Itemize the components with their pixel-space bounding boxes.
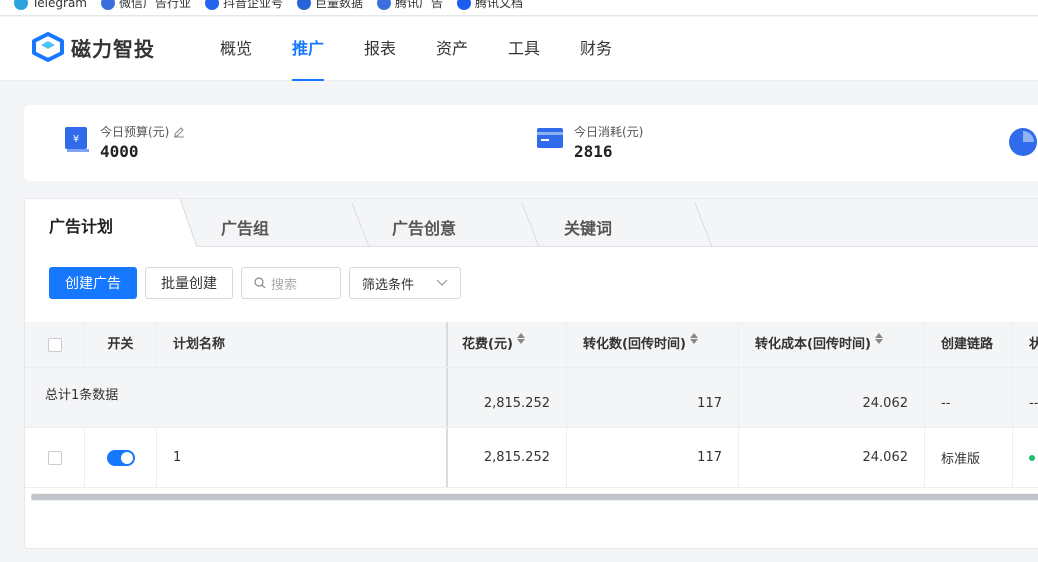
header-link: 创建链路 (925, 322, 1013, 367)
tab-shapes (25, 199, 713, 248)
scrollbar-thumb[interactable] (31, 494, 1038, 500)
summary-card: ¥ 今日预算(元) 4000 今日消耗(元) 2816 (24, 105, 1038, 181)
bookmark-tencent-ads[interactable]: 腾讯广告 (377, 0, 443, 11)
bookmarks-bar: Telegram 微信广告行业 抖音企业号 巨量数据 腾讯广告 腾讯文档 (0, 0, 1038, 16)
total-cpa: 24.062 (739, 368, 925, 427)
total-link: -- (925, 368, 1013, 427)
logo-text: 磁力智投 (71, 36, 155, 61)
total-cost: 2,815.252 (448, 368, 567, 427)
top-navbar: 磁力智投 概览 推广 报表 资产 工具 财务 (0, 17, 1038, 81)
search-input[interactable]: 搜索 (241, 267, 341, 299)
douyin-icon (205, 0, 219, 10)
search-placeholder: 搜索 (271, 277, 298, 293)
spend-label: 今日消耗(元) (574, 125, 644, 139)
bookmark-wechat-ads[interactable]: 微信广告行业 (100, 0, 191, 11)
tencent-docs-icon (457, 0, 472, 10)
filter-label: 筛选条件 (362, 277, 415, 293)
batch-create-button[interactable]: 批量创建 (145, 267, 233, 299)
sort-icon[interactable] (874, 333, 883, 344)
campaign-table: 开关 计划名称 花费(元) 转化数(回传时间) 转化成本(回传时间) 创建链路 … (25, 322, 1038, 488)
bookmark-juliang[interactable]: 巨量数据 (297, 0, 363, 11)
total-status: -- (1029, 396, 1038, 411)
select-all-checkbox[interactable] (47, 338, 62, 352)
row-name[interactable]: 1 (157, 428, 448, 487)
table-header: 开关 计划名称 花费(元) 转化数(回传时间) 转化成本(回传时间) 创建链路 … (25, 322, 1038, 368)
juliang-icon (297, 0, 312, 10)
budget-value: 4000 (100, 142, 139, 161)
chevron-down-icon (436, 279, 448, 286)
bookmark-tencent-docs[interactable]: 腾讯文档 (457, 0, 523, 11)
spend-stat: 今日消耗(元) 2816 (536, 123, 643, 161)
row-cpa: 24.062 (739, 428, 925, 487)
sort-icon[interactable] (516, 333, 525, 344)
row-switch-toggle[interactable] (106, 449, 135, 466)
nav-assets[interactable]: 资产 (436, 17, 508, 81)
toolbar: 创建广告 批量创建 搜索 筛选条件 (49, 267, 461, 299)
ad-tabs: 广告计划 广告组 广告创意 关键词 (25, 199, 1038, 248)
table-row[interactable]: 1 2,815.252 117 24.062 标准版 (25, 428, 1038, 488)
budget-label: 今日预算(元) (100, 125, 170, 139)
tencent-ads-icon (377, 0, 392, 10)
filter-select[interactable]: 筛选条件 (349, 267, 461, 299)
budget-icon: ¥ (65, 127, 89, 152)
total-conversions: 117 (567, 368, 739, 427)
row-checkbox[interactable] (47, 450, 62, 465)
nav-finance[interactable]: 财务 (580, 17, 652, 81)
spend-value: 2816 (574, 142, 613, 161)
bookmark-telegram[interactable]: Telegram (14, 0, 87, 10)
budget-stat: ¥ 今日预算(元) 4000 (64, 123, 185, 161)
ads-panel: 广告计划 广告组 广告创意 关键词 创建广告 批量创建 搜索 筛选条件 开关 计… (24, 198, 1038, 549)
app-logo[interactable]: 磁力智投 (31, 32, 155, 62)
row-cost: 2,815.252 (448, 428, 567, 487)
wallet-icon (537, 128, 563, 148)
header-status: 状 (1029, 337, 1038, 352)
edit-icon[interactable] (173, 126, 185, 138)
logo-icon (32, 32, 64, 62)
pie-stat-icon (1009, 128, 1037, 156)
header-cost[interactable]: 花费(元) (448, 322, 567, 367)
svg-text:¥: ¥ (73, 134, 79, 145)
telegram-icon (14, 0, 28, 10)
tab-keywords[interactable]: 关键词 (564, 199, 612, 247)
nav-tools[interactable]: 工具 (508, 17, 580, 81)
sort-icon[interactable] (689, 333, 698, 344)
main-nav: 概览 推广 报表 资产 工具 财务 (220, 17, 652, 81)
nav-overview[interactable]: 概览 (220, 17, 292, 81)
wechat-ads-icon (100, 0, 115, 10)
header-name: 计划名称 (157, 322, 448, 367)
total-row: 总计1条数据 2,815.252 117 24.062 -- -- (25, 368, 1038, 428)
status-dot-icon (1029, 454, 1035, 461)
nav-promotion[interactable]: 推广 (292, 17, 364, 81)
header-cpa[interactable]: 转化成本(回传时间) (739, 322, 925, 367)
tab-campaigns[interactable]: 广告计划 (49, 199, 113, 247)
tab-ad-groups[interactable]: 广告组 (221, 199, 269, 247)
row-conversions: 117 (567, 428, 739, 487)
horizontal-scrollbar[interactable] (31, 493, 1038, 501)
row-link: 标准版 (925, 428, 1013, 487)
header-conversions[interactable]: 转化数(回传时间) (567, 322, 739, 367)
nav-reports[interactable]: 报表 (364, 17, 436, 81)
total-label: 总计1条数据 (25, 368, 448, 427)
bookmark-douyin[interactable]: 抖音企业号 (205, 0, 283, 11)
header-switch: 开关 (85, 322, 157, 367)
tab-creatives[interactable]: 广告创意 (392, 199, 456, 247)
search-icon (254, 277, 266, 289)
create-ad-button[interactable]: 创建广告 (49, 267, 137, 299)
